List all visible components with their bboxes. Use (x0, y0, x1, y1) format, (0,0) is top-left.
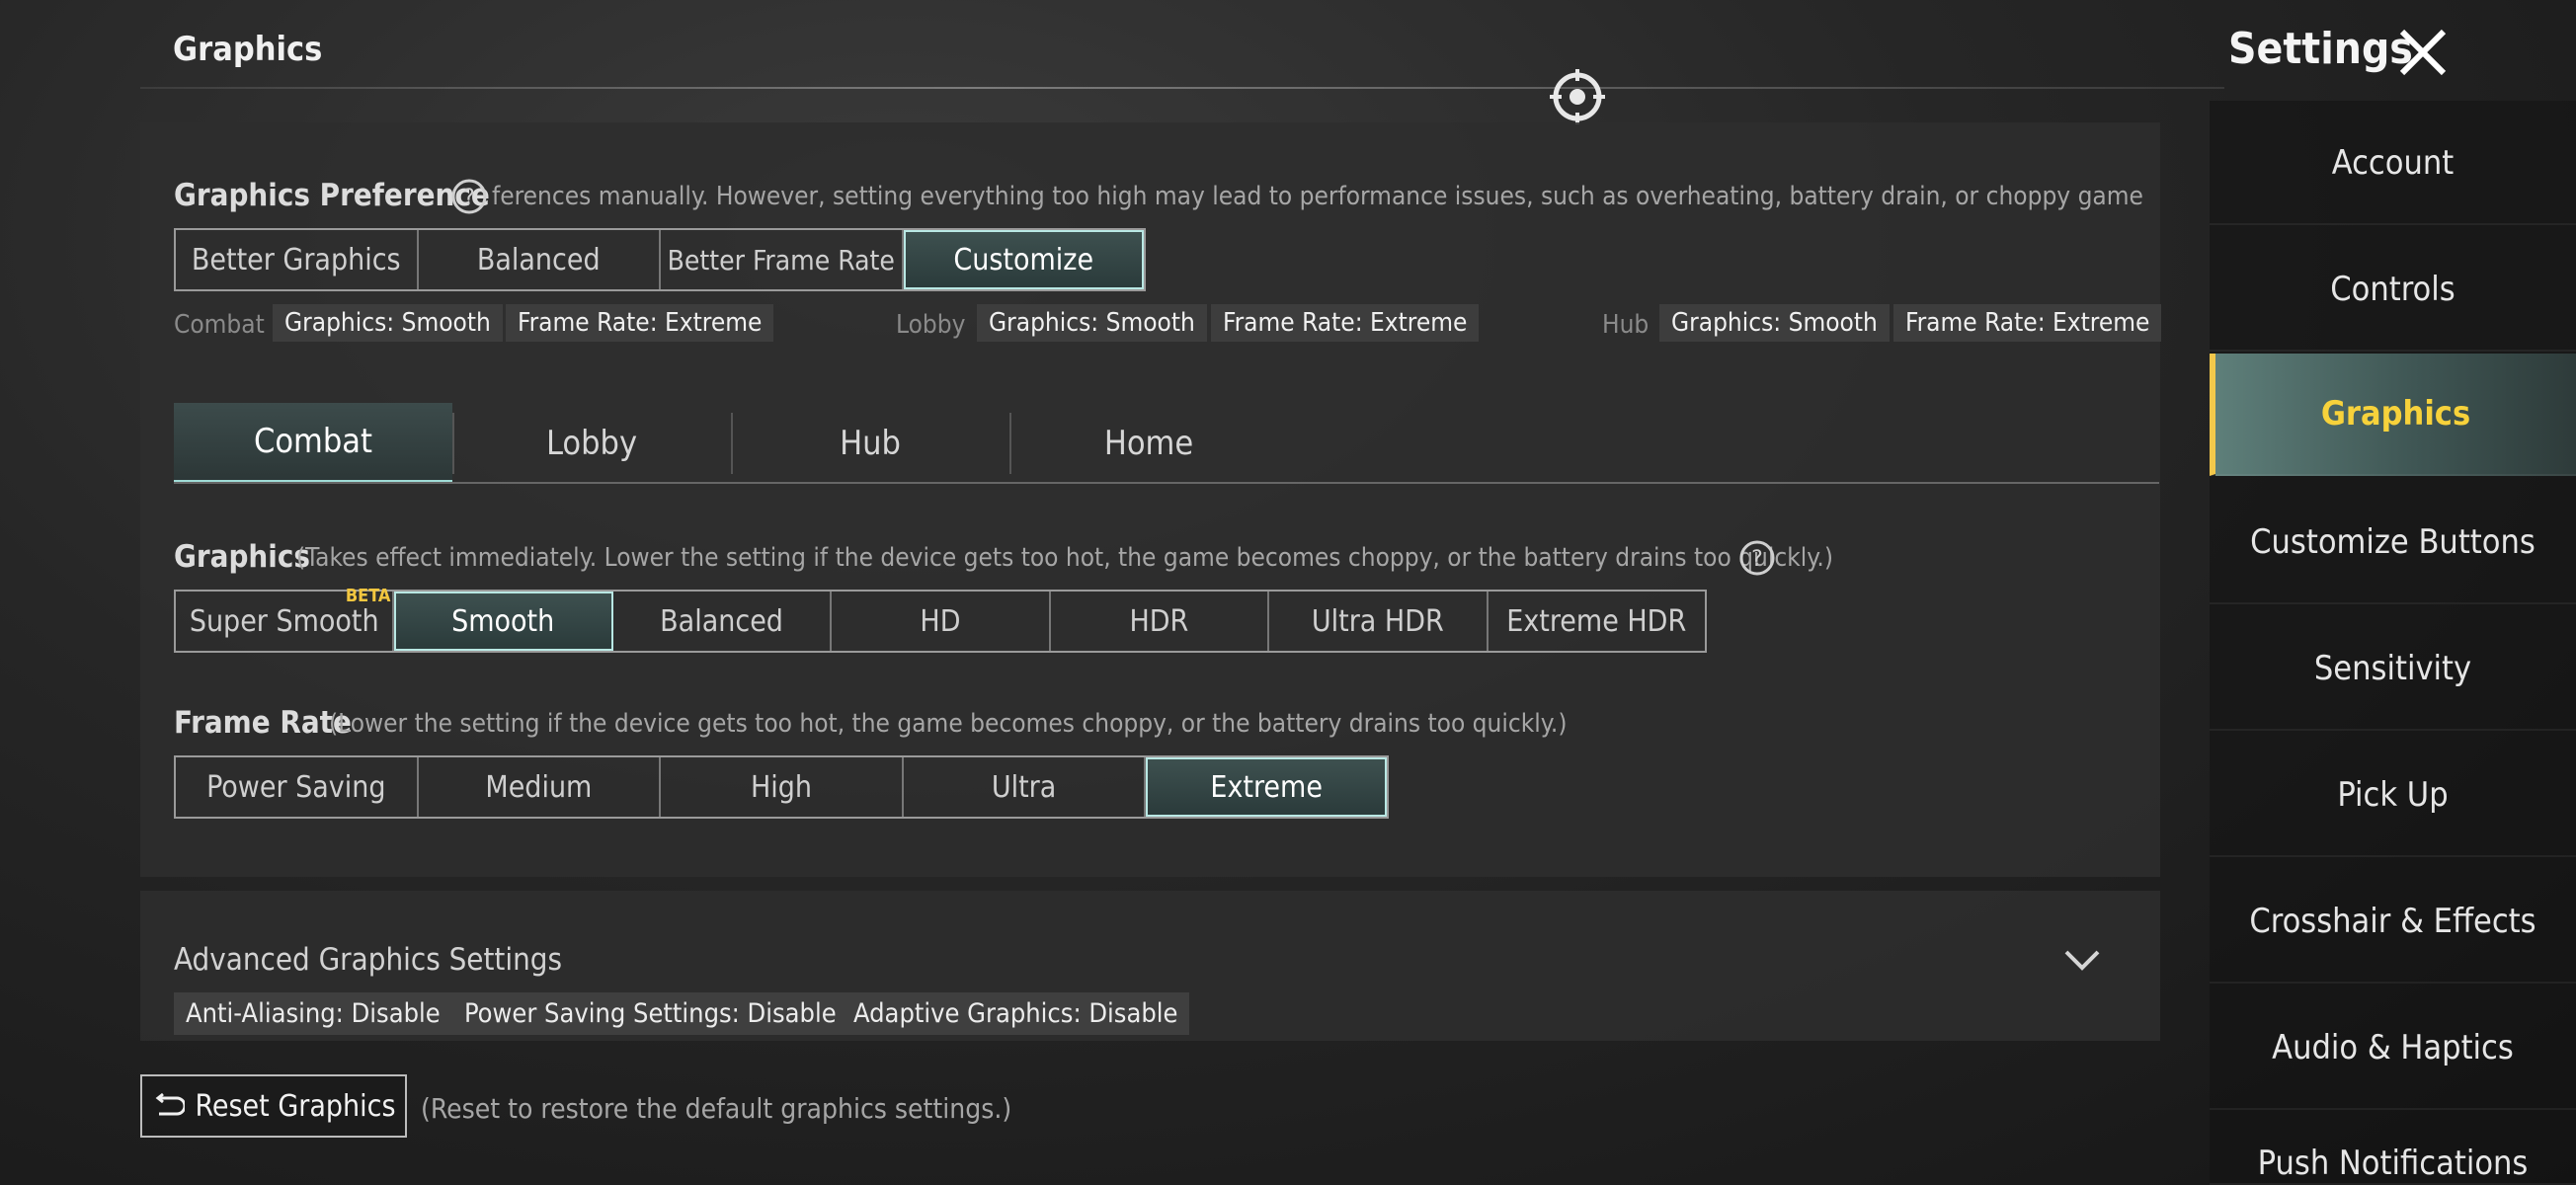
summary-combat-frame-rate: Frame Rate: Extreme (506, 304, 774, 342)
summary-combat-label: Combat (174, 310, 265, 340)
summary-hub-frame-rate: Frame Rate: Extreme (1893, 304, 2162, 342)
frame-rate-selector: Power Saving Medium High Ultra Extreme (174, 755, 1389, 819)
sidebar-item-sensitivity[interactable]: Sensitivity (2210, 608, 2576, 731)
tab-home[interactable]: Home (1009, 403, 1288, 484)
preference-selector: Better Graphics Balanced Better Frame Ra… (174, 228, 1146, 291)
graphics-quality-selector: Super Smooth BETA Smooth Balanced HD HDR… (174, 586, 1707, 653)
graphics-option-smooth[interactable]: Smooth (394, 592, 613, 651)
reset-icon (156, 1092, 186, 1116)
sidebar-item-pick-up[interactable]: Pick Up (2210, 735, 2576, 857)
tab-hub[interactable]: Hub (731, 403, 1009, 484)
graphics-option-extreme-hdr[interactable]: Extreme HDR (1489, 592, 1705, 651)
advanced-tag-anti-aliasing: Anti-Aliasing: Disable (174, 992, 452, 1035)
summary-lobby-frame-rate: Frame Rate: Extreme (1211, 304, 1480, 342)
sidebar-item-audio-haptics[interactable]: Audio & Haptics (2210, 988, 2576, 1110)
frame-rate-option-power-saving[interactable]: Power Saving (176, 757, 419, 817)
summary-lobby-graphics: Graphics: Smooth (977, 304, 1207, 342)
chevron-down-icon[interactable] (2062, 946, 2102, 974)
sidebar-item-graphics[interactable]: Graphics (2210, 354, 2576, 476)
graphics-option-label: Super Smooth (189, 603, 379, 639)
preference-option-better-frame-rate[interactable]: Better Frame Rate (661, 230, 904, 289)
tab-combat[interactable]: Combat (174, 403, 452, 484)
beta-badge: BETA (345, 586, 391, 606)
page-title: Graphics (173, 30, 323, 69)
graphics-option-balanced[interactable]: Balanced (613, 592, 833, 651)
reset-graphics-label: Reset Graphics (195, 1088, 396, 1124)
preference-option-better-graphics[interactable]: Better Graphics (176, 230, 419, 289)
frame-rate-option-extreme[interactable]: Extreme (1146, 757, 1387, 817)
graphics-option-super-smooth[interactable]: Super Smooth BETA (176, 586, 395, 651)
sidebar-item-account[interactable]: Account (2210, 103, 2576, 225)
reset-graphics-button[interactable]: Reset Graphics (140, 1074, 407, 1138)
summary-hub-label: Hub (1602, 310, 1650, 340)
svg-text:?: ? (1751, 547, 1763, 572)
help-icon[interactable]: ? (1738, 539, 1776, 577)
sidebar-item-crosshair-effects[interactable]: Crosshair & Effects (2210, 861, 2576, 984)
preference-option-customize[interactable]: Customize (903, 230, 1144, 289)
reset-hint: (Reset to restore the default graphics s… (421, 1092, 1012, 1125)
frame-rate-label: Frame Rate (174, 705, 352, 741)
advanced-settings-label: Advanced Graphics Settings (174, 942, 562, 978)
frame-rate-hint: (Lower the setting if the device gets to… (329, 709, 1568, 739)
close-icon[interactable] (2394, 24, 2452, 81)
advanced-tag-adaptive-graphics: Adaptive Graphics: Disable (842, 992, 1190, 1035)
graphics-option-hd[interactable]: HD (832, 592, 1051, 651)
help-icon[interactable]: ? (450, 178, 488, 215)
graphics-option-ultra-hdr[interactable]: Ultra HDR (1269, 592, 1489, 651)
graphics-label: Graphics (174, 539, 310, 575)
summary-combat-graphics: Graphics: Smooth (273, 304, 503, 342)
preference-hint: ferences manually. However, setting ever… (492, 182, 2143, 211)
frame-rate-option-ultra[interactable]: Ultra (904, 757, 1147, 817)
crosshair-icon (1550, 69, 1605, 124)
summary-lobby-label: Lobby (896, 310, 966, 340)
sidebar-item-customize-buttons[interactable]: Customize Buttons (2210, 482, 2576, 604)
graphics-hint: (Takes effect immediately. Lower the set… (296, 543, 1833, 573)
frame-rate-option-high[interactable]: High (661, 757, 904, 817)
tab-underline (174, 482, 2159, 484)
sidebar-item-push-notifications[interactable]: Push Notifications (2210, 1114, 2576, 1185)
graphics-option-hdr[interactable]: HDR (1051, 592, 1270, 651)
frame-rate-option-medium[interactable]: Medium (419, 757, 662, 817)
preference-label: Graphics Preference (174, 178, 490, 213)
header-divider (140, 87, 2224, 89)
svg-text:?: ? (463, 186, 475, 210)
sidebar-item-controls[interactable]: Controls (2210, 229, 2576, 352)
advanced-tag-power-saving: Power Saving Settings: Disable (452, 992, 848, 1035)
settings-title: Settings (2228, 24, 2413, 74)
summary-hub-graphics: Graphics: Smooth (1659, 304, 1890, 342)
preference-option-balanced[interactable]: Balanced (419, 230, 661, 289)
tab-lobby[interactable]: Lobby (452, 403, 731, 484)
